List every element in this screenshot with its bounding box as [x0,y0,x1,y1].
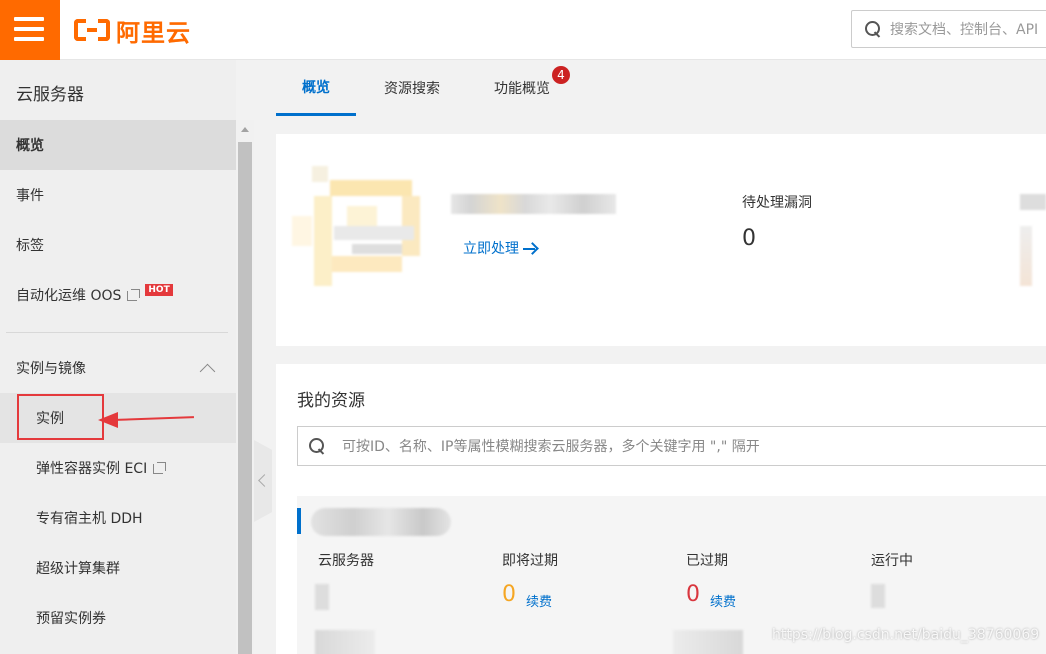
global-search-input[interactable]: 搜索文档、控制台、API [851,10,1046,48]
resource-search-input[interactable]: 可按ID、名称、IP等属性模糊搜索云服务器，多个关键字用 "," 隔开 [297,426,1046,466]
blurred-stat [1020,194,1046,210]
resource-search-placeholder: 可按ID、名称、IP等属性模糊搜索云服务器，多个关键字用 "," 隔开 [342,439,760,455]
sidebar-collapse-handle[interactable] [254,440,272,522]
menu-icon[interactable] [0,0,60,60]
region-name-blurred [311,508,451,536]
sidebar-item-events[interactable]: 事件 [0,170,236,220]
sidebar-item-label: 标签 [16,238,44,254]
sidebar-item-label: 弹性容器实例 ECI [36,461,148,477]
sidebar-group-instances-images[interactable]: 实例与镜像 [0,343,236,393]
tab-feature-overview[interactable]: 功能概览 [482,60,562,116]
ecs-count-blurred [315,584,329,610]
overview-card: 立即处理 待处理漏洞 0 [276,134,1046,346]
running-label: 运行中 [871,553,913,569]
expiring-soon-value: 0 [502,582,516,607]
sidebar-item-ddh[interactable]: 专有宿主机 DDH [0,493,236,543]
sidebar-divider [6,332,228,333]
sidebar: 云服务器 概览 事件 标签 自动化运维 OOS HOT 实例与镜像 实例 弹性容… [0,60,236,654]
renew-expired-link[interactable]: 续费 [710,591,736,610]
brand-logo[interactable]: 阿里云 [74,14,191,47]
aliyun-logo-icon [74,19,110,41]
main-tabs: 概览 资源搜索 功能概览 4 [276,60,1046,116]
running-count-blurred [871,584,885,608]
notification-badge: 4 [552,66,570,84]
my-resources-card: 我的资源 可按ID、名称、IP等属性模糊搜索云服务器，多个关键字用 "," 隔开… [276,364,1046,654]
external-link-icon [127,289,141,301]
search-icon [864,20,882,38]
top-bar: 阿里云 搜索文档、控制台、API [0,0,1046,60]
sidebar-item-oos[interactable]: 自动化运维 OOS HOT [0,270,236,320]
sidebar-item-label: 预留实例券 [36,611,106,627]
external-link-icon [153,462,167,474]
handle-now-link[interactable]: 立即处理 [463,238,537,258]
tab-label: 功能概览 [494,81,550,97]
annotation-highlight-box [17,394,104,440]
account-name-blurred [451,194,616,214]
sidebar-item-label: 事件 [16,188,44,204]
avatar [292,166,424,286]
blurred-row [673,630,743,654]
sidebar-item-label: 概览 [16,138,44,154]
expiring-soon-label: 即将过期 [502,553,558,569]
tab-overview[interactable]: 概览 [276,60,356,116]
expired-label: 已过期 [686,553,728,569]
sidebar-item-eci[interactable]: 弹性容器实例 ECI [0,443,236,493]
sidebar-item-overview[interactable]: 概览 [0,120,236,170]
sidebar-item-tags[interactable]: 标签 [0,220,236,270]
blurred-row [315,630,375,654]
sidebar-item-label: 专有宿主机 DDH [36,511,143,527]
sidebar-item-scc[interactable]: 超级计算集群 [0,543,236,593]
sidebar-scrollbar[interactable] [236,120,254,654]
tab-label: 资源搜索 [384,81,440,97]
pending-vulnerabilities-value: 0 [742,226,756,251]
handle-now-label: 立即处理 [463,241,519,257]
renew-expiring-link[interactable]: 续费 [526,591,552,610]
blurred-stat-value [1020,226,1032,286]
global-search-placeholder: 搜索文档、控制台、API [890,22,1039,38]
watermark: https://blog.csdn.net/baidu_38760069 [772,627,1040,643]
tab-resource-search[interactable]: 资源搜索 [372,60,452,116]
scroll-thumb[interactable] [238,142,252,654]
sidebar-item-label: 自动化运维 OOS [16,288,122,304]
sidebar-item-label: 超级计算集群 [36,561,120,577]
search-icon [308,437,326,455]
pending-vulnerabilities-label: 待处理漏洞 [742,195,812,211]
expired-value: 0 [686,582,700,607]
sidebar-item-reserved-instances[interactable]: 预留实例券 [0,593,236,643]
brand-name: 阿里云 [116,18,191,47]
arrow-right-icon [523,244,537,254]
hot-badge: HOT [145,284,173,296]
my-resources-title: 我的资源 [297,391,365,411]
sidebar-title: 云服务器 [16,85,84,105]
sidebar-group-label: 实例与镜像 [16,361,86,377]
region-accent-bar [297,508,301,534]
tab-label: 概览 [302,79,330,96]
ecs-count-label: 云服务器 [318,553,374,569]
scroll-up-icon[interactable] [236,120,254,140]
